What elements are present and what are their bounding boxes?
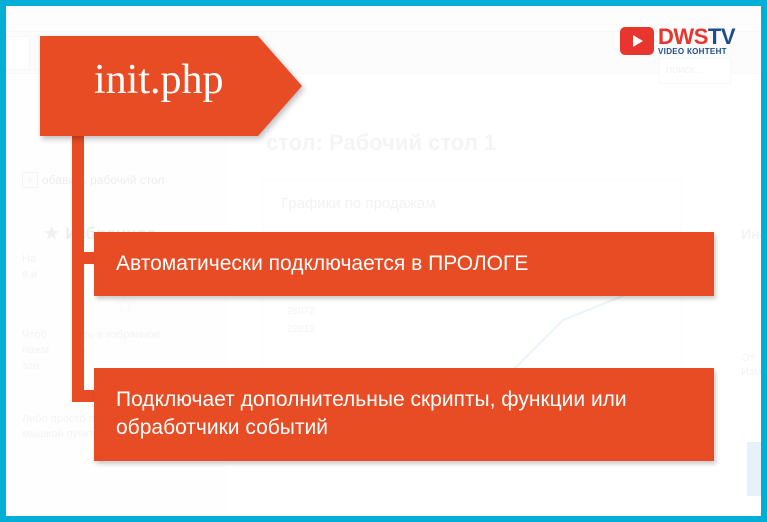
logo-wordmark: DWSTV bbox=[658, 26, 735, 48]
right-heading: Инс bbox=[741, 226, 761, 242]
y-axis-label: 22813 bbox=[287, 324, 315, 335]
arrow-right-icon bbox=[258, 36, 302, 136]
callout-1: Автоматически подключается в ПРОЛОГЕ bbox=[94, 232, 714, 296]
y-axis-label: 26072 bbox=[287, 306, 315, 317]
plus-icon: + bbox=[22, 172, 38, 188]
panel-title: Графики по продажам bbox=[263, 181, 681, 227]
blue-promo-box: Ска без bbox=[747, 442, 761, 496]
dwstv-logo: DWSTV VIDEO КОНТЕНТ bbox=[620, 26, 735, 56]
callout-2: Подключает дополнительные скрипты, функц… bbox=[94, 368, 714, 461]
right-sidebar-peek: Инс От Измен bbox=[741, 226, 761, 378]
star-icon: ★ bbox=[44, 224, 59, 243]
admin-tab-first[interactable] bbox=[6, 36, 30, 70]
title-callout: init.php bbox=[40, 36, 302, 136]
title-callout-text: init.php bbox=[40, 36, 258, 136]
right-text: Измен bbox=[741, 366, 761, 378]
add-desktop-button[interactable]: +обавить рабочий стол bbox=[22, 172, 226, 188]
page-title: стол: Рабочий стол 1 bbox=[266, 130, 761, 156]
play-icon bbox=[620, 27, 654, 55]
logo-subtitle: VIDEO КОНТЕНТ bbox=[658, 48, 735, 56]
search-input[interactable]: поиск... bbox=[659, 58, 731, 84]
right-text: От bbox=[741, 352, 761, 364]
